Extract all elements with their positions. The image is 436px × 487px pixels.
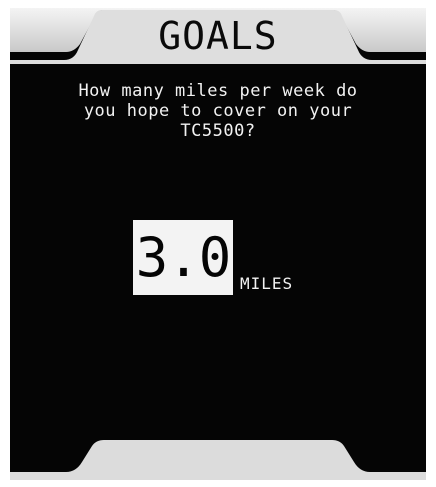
goal-question: How many miles per week do you hope to c… — [28, 81, 408, 141]
miles-value-field[interactable]: 3.0 — [133, 220, 233, 295]
screen-title: GOALS — [158, 14, 278, 58]
display-screen: GOALS How many miles per week do you hop… — [10, 8, 426, 480]
question-line-2: you hope to cover on your — [83, 101, 353, 121]
question-line-1: How many miles per week do — [78, 81, 358, 101]
miles-unit-label: MILES — [240, 274, 294, 293]
footer-bar — [10, 440, 426, 480]
question-line-3: TC5500? — [180, 121, 256, 141]
